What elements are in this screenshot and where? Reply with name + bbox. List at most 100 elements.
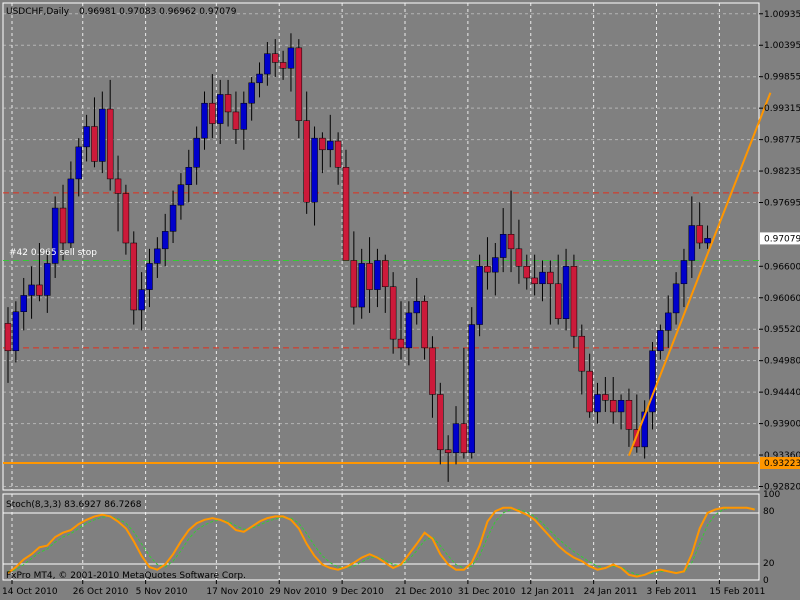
ohlc-readout: 0.96981 0.97083 0.96962 0.97079 [79,7,237,17]
candle-bull [264,53,271,75]
candle [476,254,483,337]
candle-bear [36,284,43,296]
candle-bear [586,370,593,413]
candle-bear [523,266,531,279]
time-tick-label: 17 Nov 2010 [206,587,264,597]
candle-bull [499,234,507,258]
candle-bear [444,449,452,453]
price-tick-label: 0.96600 [764,262,800,272]
chart-canvas[interactable]: USDCHF,Daily 0.96981 0.97083 0.96962 0.9… [0,0,800,600]
candle-bull [20,295,27,312]
candle-bear [271,53,279,63]
time-tick-label: 5 Nov 2010 [136,587,188,597]
candle-bull [193,137,200,168]
candle-bull [99,108,106,162]
candle-bull [311,137,318,203]
stoch-tick-label: 20 [763,559,775,569]
time-tick-label: 9 Dec 2010 [332,587,384,597]
candle-bear [397,338,405,349]
candle-bull [704,238,711,244]
candle-bear [209,102,216,124]
candle-bull [672,283,680,314]
candle-bear [366,263,373,290]
candle-bull [185,167,193,186]
candle-bear [602,394,609,401]
price-tick-label: 0.98235 [764,167,800,177]
candle-bull [248,82,255,104]
candle-bull [28,284,35,296]
candle [468,307,475,459]
candle-bull [169,204,177,232]
candle-bear [295,47,303,121]
stoch-title: Stoch(8,3,3) 83.6927 86.7268 [6,500,142,510]
time-tick-label: 29 Nov 2010 [269,587,327,597]
candle-bear [531,277,538,285]
price-tick-label: 0.97695 [764,199,800,209]
candle-bear [224,94,232,113]
time-tick-label: 21 Dec 2010 [395,587,453,597]
stoch-tick-label: 0 [763,576,769,586]
time-tick-label: 31 Dec 2010 [458,587,516,597]
candle-bull [476,266,483,325]
time-tick-label: 3 Feb 2011 [647,587,697,597]
candle-bull [562,266,570,319]
candle-bull [67,178,75,244]
price-tick-label: 0.98775 [764,136,800,146]
candle-bear [59,207,67,244]
candle-bull [413,301,420,314]
price-tick-label: 0.94980 [764,357,800,367]
price-tick-label: 0.94440 [764,388,800,398]
candle-bear [421,301,428,349]
candle-bear [303,120,310,203]
price-tick-label: 1.00395 [764,41,800,51]
price-tick-label: 0.93900 [764,420,800,430]
stoch-tick-label: 80 [763,507,775,517]
candle-bear [130,242,138,311]
candle-bull [44,263,51,296]
candle-bear [114,178,122,194]
candle-bull [358,263,365,308]
candle-bear [91,126,98,162]
candle-bear [382,260,389,287]
candle-bull [539,271,546,285]
candle-bear [232,111,240,130]
candle-bull [161,231,169,250]
time-tick-label: 12 Jan 2011 [521,587,575,597]
candle-bear [389,286,397,340]
candle-bull [327,140,334,151]
candle-bear [484,266,491,273]
candle-bull [154,248,161,264]
candle-bear [696,225,703,244]
candle-bull [680,260,688,285]
candle-bear [507,234,515,250]
price-tick-label: 0.97079 [764,234,800,244]
candle-bull [664,312,672,331]
time-tick-label: 15 Feb 2011 [709,587,765,597]
order-label: #42 0.965 sell stop [9,248,97,258]
candle-bear [122,193,130,244]
copyright-label: FxPro MT4, © 2001-2010 MetaQuotes Softwa… [6,571,246,581]
chart-background [0,0,800,600]
price-tick-label: 0.96060 [764,294,800,304]
candle-bull [146,263,153,290]
symbol-label: USDCHF,Daily [6,7,70,17]
candle-bull [240,102,248,130]
candle-bull [177,184,185,206]
candle-bear [578,335,586,372]
candle-bear [609,400,617,413]
candle-bear [4,323,12,352]
candle-bear [547,271,554,285]
price-tick-label: 1.00935 [764,10,800,20]
candle-bull [594,394,601,413]
candle-bull [405,312,413,349]
candle-bull [492,257,499,273]
candle-bull [468,324,475,453]
stoch-tick-label: 100 [763,490,780,500]
candle-bear [319,137,326,151]
candle-bear [460,423,468,453]
candle-bull [287,47,295,69]
time-tick-label: 26 Oct 2010 [73,587,129,597]
time-tick-label: 14 Oct 2010 [2,587,58,597]
candle-bull [374,260,381,290]
candle-bear [334,140,342,168]
